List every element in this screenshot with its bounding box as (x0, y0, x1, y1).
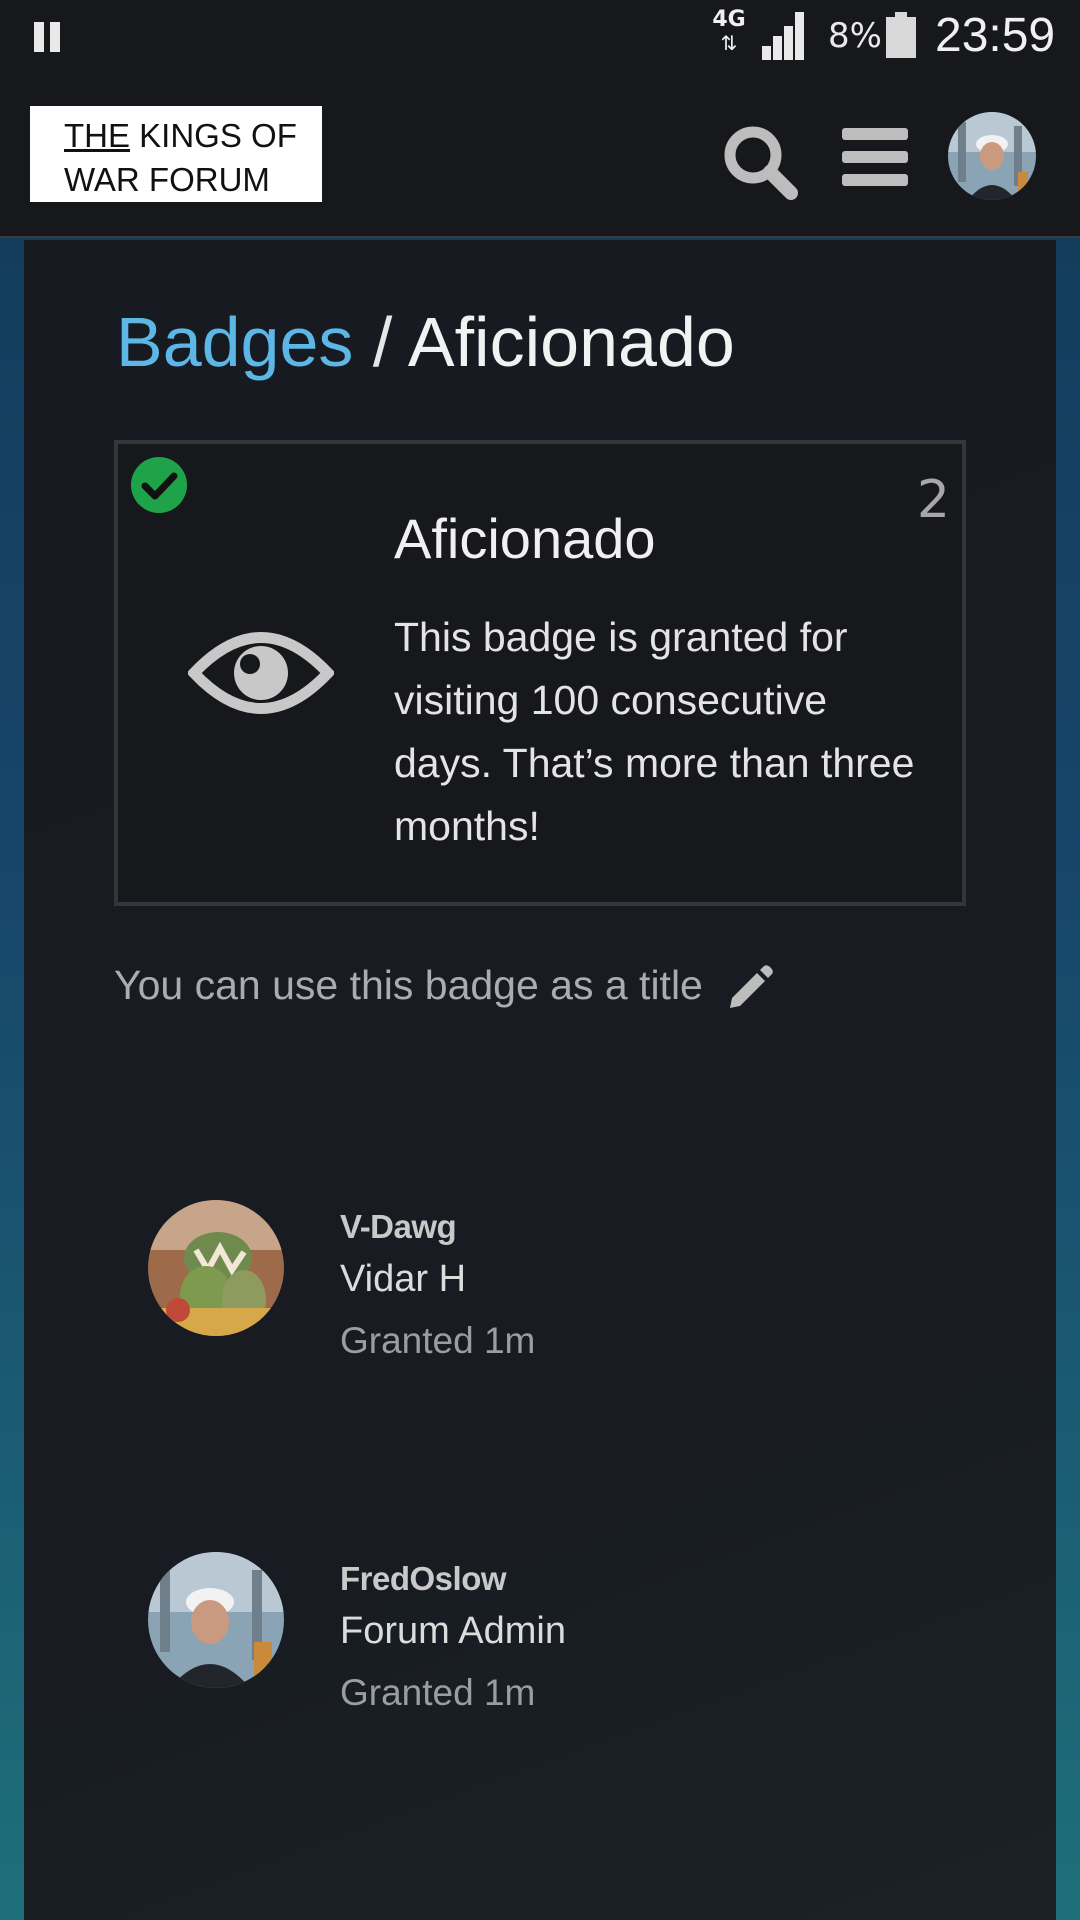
network-label: 4G (712, 7, 746, 32)
grantee-granted-time: Granted 1m (340, 1672, 536, 1713)
menu-icon[interactable] (842, 128, 908, 186)
grantee-granted-time: Granted 1m (340, 1320, 536, 1361)
avatar[interactable] (148, 1552, 284, 1688)
main-content: Badges / Aficionado 2 Aficionado This ba… (24, 240, 1056, 1920)
grantee-item[interactable]: V-Dawg Vidar H Granted 1m (148, 1200, 948, 1370)
avatar[interactable] (948, 112, 1036, 200)
logo-line1-rest: KINGS OF (130, 117, 297, 154)
site-header: THE KINGS OF WAR FORUM (0, 72, 1080, 238)
breadcrumb: Badges / Aficionado (116, 302, 735, 382)
eye-icon (186, 622, 336, 724)
avatar[interactable] (148, 1200, 284, 1336)
breadcrumb-badges-link[interactable]: Badges (116, 303, 353, 381)
grantee-name: Forum Admin (340, 1610, 566, 1652)
grantee-username[interactable]: V-Dawg (340, 1208, 457, 1246)
network-icon: 4G ⇅ (707, 8, 751, 64)
pause-icon (34, 22, 64, 52)
logo-line2: WAR FORUM (64, 161, 270, 198)
badge-card: 2 Aficionado This badge is granted for v… (114, 440, 966, 906)
breadcrumb-separator: / (353, 303, 408, 381)
search-icon[interactable] (720, 122, 800, 202)
grantee-username[interactable]: FredOslow (340, 1560, 507, 1598)
badge-description: This badge is granted for visiting 100 c… (394, 614, 915, 849)
clock: 23:59 (935, 9, 1056, 62)
grantee-item[interactable]: FredOslow Forum Admin Granted 1m (148, 1552, 948, 1722)
status-bar: 4G ⇅ 8% 23:59 (0, 0, 1080, 72)
check-circle-icon (130, 456, 188, 514)
grantee-name: Vidar H (340, 1258, 467, 1300)
badge-grant-count: 2 (916, 470, 950, 530)
logo-line1-underlined: THE (64, 117, 130, 154)
battery-icon (886, 12, 916, 58)
site-logo[interactable]: THE KINGS OF WAR FORUM (30, 106, 322, 202)
pencil-icon[interactable] (724, 962, 776, 1014)
battery-percent: 8% (828, 16, 882, 56)
breadcrumb-current: Aficionado (407, 303, 735, 381)
title-note: You can use this badge as a title (114, 962, 703, 1008)
badge-name: Aficionado (394, 507, 656, 570)
network-arrows-icon: ⇅ (720, 31, 738, 55)
signal-icon (762, 12, 814, 60)
